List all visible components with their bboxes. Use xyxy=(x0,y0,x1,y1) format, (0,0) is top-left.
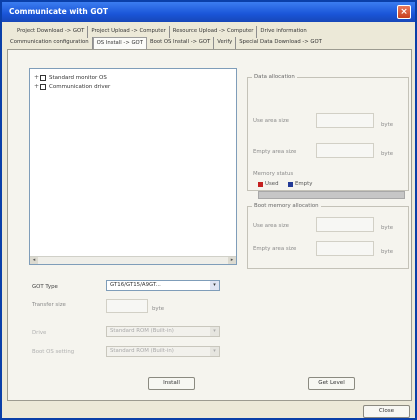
os-tree-view[interactable]: + Standard monitor OS + Communication dr… xyxy=(29,68,237,265)
tree-item[interactable]: + Communication driver xyxy=(34,83,110,90)
boot-empty-area-value xyxy=(316,241,374,256)
boot-memory-allocation-group: Boot memory allocation Use area size byt… xyxy=(247,203,409,269)
get-level-button[interactable]: Get Level xyxy=(308,377,355,390)
close-button[interactable]: Close xyxy=(363,405,410,418)
empty-legend-swatch xyxy=(288,182,293,187)
drive-value: Standard ROM (Built-in) xyxy=(110,328,174,334)
tree-checkbox[interactable] xyxy=(40,83,46,90)
drive-select[interactable]: Standard ROM (Built-in) ▾ xyxy=(106,326,220,337)
group-title: Data allocation xyxy=(252,74,297,80)
got-type-label: GOT Type xyxy=(32,284,58,290)
use-area-label: Use area size xyxy=(253,118,289,124)
memory-status-bar xyxy=(258,191,405,199)
empty-legend-label: Empty xyxy=(295,181,313,187)
chevron-down-icon[interactable]: ▾ xyxy=(210,347,219,356)
install-button[interactable]: Install xyxy=(148,377,195,390)
group-title: Boot memory allocation xyxy=(252,203,321,209)
unit-label: byte xyxy=(381,122,394,128)
horizontal-scrollbar[interactable]: ◂ ▸ xyxy=(30,256,236,264)
tab-verify[interactable]: Verify xyxy=(214,37,237,49)
tree-item[interactable]: + Standard monitor OS xyxy=(34,74,107,81)
empty-area-label: Empty area size xyxy=(253,246,297,252)
window-title: Communicate with GOT xyxy=(9,7,109,16)
got-type-select[interactable]: GT16/GT15/A9GT... ▾ xyxy=(106,280,220,291)
unit-label: byte xyxy=(381,225,394,231)
tab-row-2: Communication configuration OS Install -… xyxy=(7,37,325,49)
data-allocation-group: Data allocation Use area size byte Empty… xyxy=(247,74,409,191)
used-legend-label: Used xyxy=(265,181,279,187)
transfer-size-value xyxy=(106,299,148,313)
tree-item-label: Standard monitor OS xyxy=(49,74,107,81)
drive-label: Drive xyxy=(32,330,47,336)
boot-use-area-value xyxy=(316,217,374,232)
unit-label: byte xyxy=(381,151,394,157)
dialog-window: Communicate with GOT × Project Download … xyxy=(0,0,417,420)
use-area-value xyxy=(316,113,374,128)
boot-os-setting-select[interactable]: Standard ROM (Built-in) ▾ xyxy=(106,346,220,357)
tree-checkbox[interactable] xyxy=(40,74,46,81)
scroll-right-icon[interactable]: ▸ xyxy=(228,257,236,264)
got-type-value: GT16/GT15/A9GT... xyxy=(110,282,161,288)
chevron-down-icon[interactable]: ▾ xyxy=(210,281,219,290)
close-icon[interactable]: × xyxy=(397,5,411,19)
tab-special-data-download[interactable]: Special Data Download -> GOT xyxy=(236,37,325,49)
transfer-unit-label: byte xyxy=(152,306,165,312)
boot-os-setting-label: Boot OS setting xyxy=(32,349,75,355)
scroll-left-icon[interactable]: ◂ xyxy=(30,257,38,264)
title-bar: Communicate with GOT × xyxy=(2,2,415,22)
used-legend-swatch xyxy=(258,182,263,187)
tab-communication-configuration[interactable]: Communication configuration xyxy=(7,37,93,49)
tab-boot-os-install[interactable]: Boot OS Install -> GOT xyxy=(147,37,215,49)
unit-label: byte xyxy=(381,249,394,255)
chevron-down-icon[interactable]: ▾ xyxy=(210,327,219,336)
empty-area-value xyxy=(316,143,374,158)
memory-status-label: Memory status xyxy=(253,171,294,177)
use-area-label: Use area size xyxy=(253,223,289,229)
boot-os-setting-value: Standard ROM (Built-in) xyxy=(110,348,174,354)
transfer-size-label: Transfer size xyxy=(32,302,66,308)
tab-os-install[interactable]: OS Install -> GOT xyxy=(92,37,147,49)
tree-item-label: Communication driver xyxy=(49,83,111,90)
empty-area-label: Empty area size xyxy=(253,149,297,155)
